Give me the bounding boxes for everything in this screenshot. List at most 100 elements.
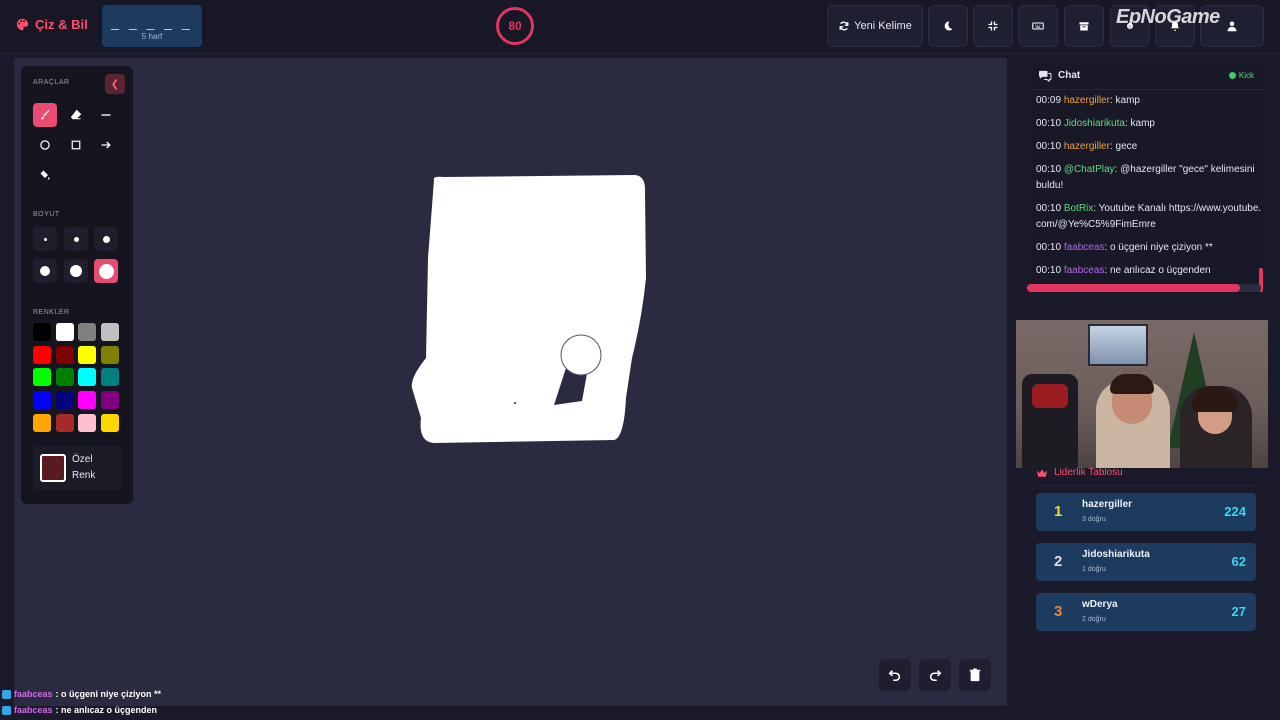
- message-user[interactable]: hazergiller: [1064, 141, 1110, 152]
- circle-tool[interactable]: [33, 133, 57, 157]
- rectangle-tool[interactable]: [64, 133, 88, 157]
- streamer-person: [1096, 374, 1170, 468]
- color-swatch[interactable]: [55, 368, 74, 387]
- color-swatch[interactable]: [100, 323, 119, 341]
- color-swatch[interactable]: [78, 368, 96, 387]
- color-swatch[interactable]: [33, 345, 51, 364]
- leaderboard-row: 2 Jidoshiarikuta 1 doğru 62: [1036, 543, 1256, 581]
- color-swatch[interactable]: [78, 413, 96, 432]
- color-swatch[interactable]: [33, 413, 51, 432]
- custom-color-label: Özel Renk: [72, 454, 96, 481]
- size-option-4[interactable]: [33, 259, 57, 283]
- message-user[interactable]: Jidoshiarikuta: [1064, 118, 1125, 129]
- chat-message: 00:10 faabceas: ne anlıcaz o üçgenden: [1036, 263, 1262, 279]
- message-time: 00:10: [1036, 203, 1064, 214]
- message-text: : o üçgeni niye çiziyon **: [1104, 242, 1213, 253]
- message-user[interactable]: @ChatPlay: [1064, 164, 1115, 175]
- new-word-button[interactable]: Yeni Kelime: [827, 5, 923, 47]
- drawing-layer: [411, 175, 646, 443]
- archive-button[interactable]: [1064, 5, 1104, 47]
- size-option-3[interactable]: [94, 227, 118, 251]
- word-hint-box: _ _ _ _ _ 5 harf: [102, 5, 202, 47]
- color-swatch[interactable]: [55, 391, 74, 410]
- fill-tool[interactable]: [33, 163, 57, 187]
- wall-poster: [1088, 324, 1148, 366]
- message-user[interactable]: faabceas: [1064, 265, 1105, 276]
- leaderboard-rank: 1: [1054, 503, 1063, 520]
- chat-panel: Chat Kick 00:09 hazergiller: kamp 00:10 J…: [1028, 62, 1264, 294]
- color-swatch[interactable]: [33, 323, 51, 341]
- leaderboard-title-text: Liderlik Tablosu: [1054, 467, 1123, 478]
- compress-icon: [988, 21, 998, 31]
- color-swatch[interactable]: [33, 391, 51, 410]
- word-length: 5 harf: [141, 32, 163, 41]
- redo-button[interactable]: [919, 659, 951, 691]
- leaderboard-name: hazergiller: [1082, 499, 1133, 510]
- chat-message: 00:10 @ChatPlay: @hazergiller "gece" kel…: [1036, 162, 1262, 194]
- undo-button[interactable]: [879, 659, 911, 691]
- webcam-overlay: [1016, 320, 1268, 468]
- chat-message: 00:10 hazergiller: gece: [1036, 139, 1262, 155]
- leaderboard-rank: 2: [1054, 553, 1063, 570]
- stray-dot: [514, 402, 516, 404]
- line-tool[interactable]: [94, 103, 118, 127]
- custom-color-picker[interactable]: Özel Renk: [33, 446, 121, 490]
- custom-color-swatch: [40, 454, 66, 482]
- color-swatch[interactable]: [100, 391, 119, 410]
- eraser-tool[interactable]: [64, 103, 88, 127]
- color-swatch[interactable]: [100, 413, 119, 432]
- collapse-tools-button[interactable]: ❮: [105, 74, 125, 94]
- message-text: : gece: [1109, 141, 1138, 152]
- leaderboard-rank: 3: [1054, 603, 1063, 620]
- eraser-icon: [70, 109, 82, 120]
- chat-header: Chat Kick: [1028, 62, 1264, 90]
- trash-icon: [969, 668, 981, 682]
- chat-message-list[interactable]: 00:09 hazergiller: kamp 00:10 Jidoshiarik…: [1036, 93, 1262, 286]
- brush-tool[interactable]: [33, 103, 57, 127]
- size-option-5[interactable]: [64, 259, 88, 283]
- chat-title: Chat: [1058, 70, 1081, 81]
- color-swatch[interactable]: [33, 368, 51, 387]
- platform-name: Kick: [1238, 71, 1254, 80]
- leaderboard-row: 1 hazergiller 3 doğru 224: [1036, 493, 1256, 531]
- chat-message: 00:10 faabceas: o üçgeni niye çiziyon **: [1036, 240, 1262, 256]
- kick-icon: [2, 689, 11, 699]
- arrow-tool[interactable]: [94, 133, 118, 157]
- size-option-1[interactable]: [33, 227, 57, 251]
- drawing-canvas[interactable]: [14, 58, 1007, 706]
- leaderboard-name: wDerya: [1082, 599, 1118, 610]
- color-swatch[interactable]: [100, 345, 119, 364]
- color-swatch[interactable]: [78, 391, 96, 410]
- top-bar: Çiz & Bil _ _ _ _ _ 5 harf 80 Yeni Kelim…: [0, 0, 1280, 54]
- leaderboard-score: 62: [1231, 554, 1246, 569]
- palette-icon: [16, 18, 29, 31]
- message-time: 00:10: [1036, 265, 1064, 276]
- fullscreen-button[interactable]: [973, 5, 1013, 47]
- color-swatch[interactable]: [100, 368, 119, 387]
- message-user[interactable]: BotRix: [1064, 203, 1093, 214]
- color-swatch[interactable]: [55, 413, 74, 432]
- message-time: 00:10: [1036, 242, 1064, 253]
- keyboard-button[interactable]: [1018, 5, 1058, 47]
- color-swatch[interactable]: [55, 323, 74, 341]
- paint-bucket-icon: [40, 170, 50, 180]
- size-option-6[interactable]: [94, 259, 118, 283]
- app-logo[interactable]: Çiz & Bil: [16, 17, 88, 32]
- message-user[interactable]: hazergiller: [1064, 95, 1110, 106]
- message-time: 00:09: [1036, 95, 1064, 106]
- undo-icon: [888, 670, 901, 682]
- chat-message: 00:10 BotRix: Youtube Kanalı https://www…: [1036, 201, 1262, 233]
- clear-canvas-button[interactable]: [959, 659, 991, 691]
- white-brush-stroke: [411, 175, 646, 443]
- colors-section-title: RENKLER: [33, 309, 70, 316]
- size-option-2[interactable]: [64, 227, 88, 251]
- color-swatch[interactable]: [78, 323, 96, 341]
- app-title: Çiz & Bil: [35, 17, 88, 32]
- watermark-logo: EpNoGame: [1116, 6, 1220, 28]
- keyboard-icon: [1032, 22, 1044, 30]
- message-user[interactable]: faabceas: [1064, 242, 1105, 253]
- color-swatch[interactable]: [55, 345, 74, 364]
- color-swatch[interactable]: [78, 345, 96, 364]
- theme-toggle-button[interactable]: [928, 5, 968, 47]
- chat-progress-bar: [1027, 284, 1261, 292]
